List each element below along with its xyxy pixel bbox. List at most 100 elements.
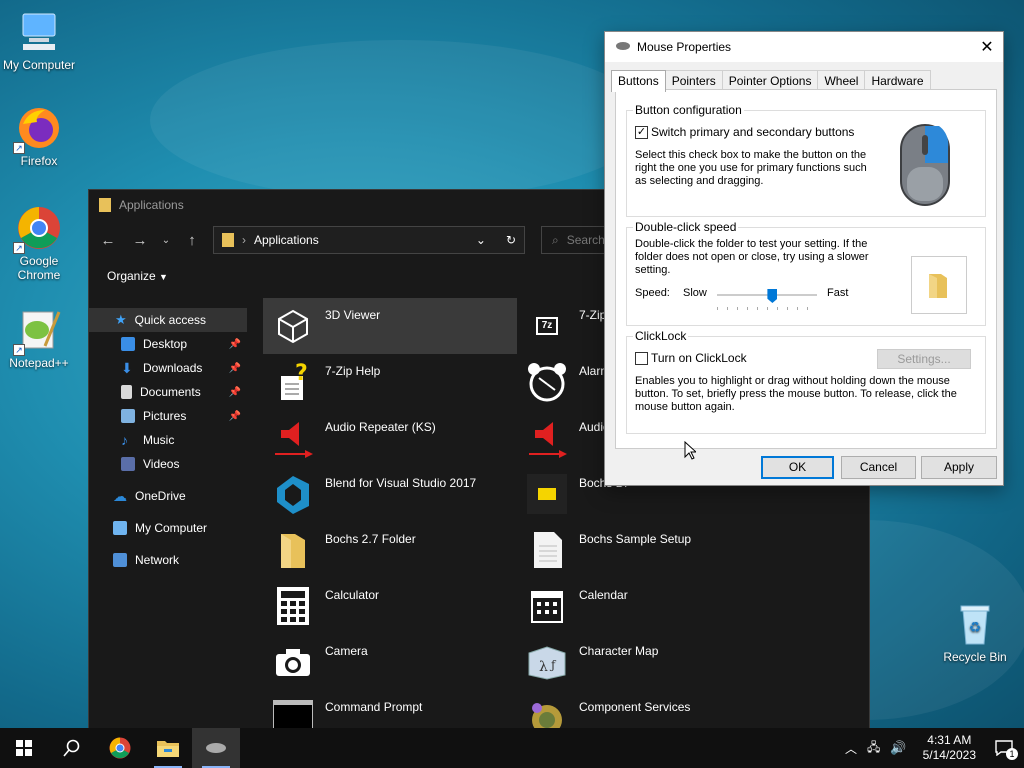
tab-buttons[interactable]: Buttons	[611, 70, 666, 92]
mouse-cursor-icon	[684, 440, 698, 463]
double-click-description: Double-click the folder to test your set…	[635, 238, 869, 276]
chevron-down-icon[interactable]: ⌄	[476, 233, 486, 247]
pictures-icon	[121, 409, 135, 423]
notification-center-button[interactable]: 1	[992, 736, 1018, 760]
nav-item-desktop[interactable]: Desktop 📌	[89, 332, 247, 356]
nav-item-label: Documents	[140, 385, 201, 399]
app-item-audio-repeater-ks[interactable]: Audio Repeater (KS)	[263, 410, 517, 466]
bochs-icon	[525, 472, 569, 516]
nav-item-network[interactable]: Network	[89, 548, 247, 572]
nav-item-documents[interactable]: Documents 📌	[89, 380, 247, 404]
app-label: Component Services	[579, 700, 691, 714]
tab-pointers[interactable]: Pointers	[664, 70, 723, 91]
search-button[interactable]	[48, 728, 96, 768]
notification-count-badge: 1	[1006, 748, 1018, 760]
mouse-illustration-icon	[899, 123, 951, 210]
app-item-3d-viewer[interactable]: 3D Viewer	[263, 298, 517, 354]
clicklock-settings-button[interactable]: Settings...	[877, 349, 971, 369]
nav-item-onedrive[interactable]: ☁ OneDrive	[89, 484, 247, 508]
app-label: Calendar	[579, 588, 628, 602]
address-bar[interactable]: › Applications ⌄ ↻	[213, 226, 525, 254]
character-map-icon: λƒ	[525, 640, 569, 684]
clock[interactable]: 4:31 AM 5/14/2023	[917, 733, 982, 763]
app-label: 7-Zip Help	[325, 364, 381, 378]
notepadpp-icon: ↗	[13, 306, 63, 356]
system-tray: ︿ 🖧 🔊 4:31 AM 5/14/2023 1	[845, 728, 1024, 768]
app-label: Command Prompt	[325, 700, 423, 714]
pin-icon: 📌	[228, 386, 241, 398]
alarm-clock-icon	[525, 360, 569, 404]
desktop-icon-firefox[interactable]: ↗ Firefox	[0, 104, 78, 168]
app-item-calendar[interactable]: Calendar	[517, 578, 771, 634]
cancel-button[interactable]: Cancel	[841, 456, 916, 479]
explorer-title: Applications	[119, 198, 184, 212]
double-click-speed-slider[interactable]	[717, 289, 817, 310]
app-item-bochs-folder[interactable]: Bochs 2.7 Folder	[263, 522, 517, 578]
svg-text:♻: ♻	[969, 620, 982, 636]
taskbar-file-explorer[interactable]	[144, 728, 192, 768]
tab-pointer-options[interactable]: Pointer Options	[721, 70, 819, 91]
start-button[interactable]	[0, 728, 48, 768]
organize-button[interactable]: Organize ▼	[107, 269, 168, 283]
shortcut-arrow-icon: ↗	[13, 142, 25, 154]
nav-item-quick-access[interactable]: ★ Quick access	[89, 308, 247, 332]
nav-item-label: My Computer	[135, 521, 208, 535]
app-item-camera[interactable]: Camera	[263, 634, 517, 690]
slider-thumb[interactable]	[767, 289, 778, 303]
switch-buttons-checkbox[interactable]: ✓ Switch primary and secondary buttons	[635, 125, 854, 140]
app-item-bochs-sample-setup[interactable]: Bochs Sample Setup	[517, 522, 771, 578]
svg-text:?: ?	[295, 362, 308, 386]
taskbar-mouse-properties[interactable]	[192, 728, 240, 768]
pin-icon: 📌	[228, 338, 241, 350]
chevron-down-icon: ▼	[159, 272, 168, 282]
tab-wheel[interactable]: Wheel	[817, 70, 866, 91]
taskbar-chrome[interactable]	[96, 728, 144, 768]
pin-icon: 📌	[228, 410, 241, 422]
calculator-icon	[271, 584, 315, 628]
network-icon[interactable]: 🖧	[867, 738, 880, 759]
desktop-icon-label: Notepad++	[9, 356, 69, 370]
clicklock-description: Enables you to highlight or drag without…	[635, 375, 957, 413]
nav-item-my-computer[interactable]: My Computer	[89, 516, 247, 540]
desktop-icon-notepadpp[interactable]: ↗ Notepad++	[0, 306, 78, 370]
dialog-title-bar[interactable]: Mouse Properties ✕	[605, 32, 1003, 62]
close-icon[interactable]: ✕	[971, 37, 1003, 57]
nav-item-pictures[interactable]: Pictures 📌	[89, 404, 247, 428]
clock-date: 5/14/2023	[922, 748, 976, 762]
wallpaper-ripple	[150, 40, 650, 200]
nav-item-downloads[interactable]: ⬇ Downloads 📌	[89, 356, 247, 380]
mouse-properties-dialog[interactable]: Mouse Properties ✕ Buttons Pointers Poin…	[604, 31, 1004, 486]
desktop-icon-my-computer[interactable]: My Computer	[0, 8, 78, 72]
back-arrow-icon[interactable]: ←	[97, 232, 119, 249]
forward-arrow-icon[interactable]: →	[129, 232, 151, 249]
recent-locations-chevron-icon[interactable]: ⌄	[161, 235, 171, 246]
nav-separator	[89, 508, 247, 516]
slider-ticks	[717, 307, 817, 310]
folder-icon	[271, 528, 315, 572]
up-arrow-icon[interactable]: ↑	[181, 232, 203, 249]
ok-button[interactable]: OK	[761, 456, 834, 479]
test-folder-area[interactable]	[911, 256, 967, 314]
app-item-calculator[interactable]: Calculator	[263, 578, 517, 634]
nav-item-music[interactable]: ♪ Music	[89, 428, 247, 452]
nav-item-videos[interactable]: Videos	[89, 452, 247, 476]
app-item-blend-vs2017[interactable]: Blend for Visual Studio 2017	[263, 466, 517, 522]
firefox-icon: ↗	[13, 104, 63, 154]
clicklock-checkbox[interactable]: Turn on ClickLock	[635, 351, 747, 366]
volume-icon[interactable]: 🔊	[890, 740, 906, 756]
desktop-icon-recycle-bin[interactable]: ♻ Recycle Bin	[936, 600, 1014, 664]
app-item-character-map[interactable]: λƒ Character Map	[517, 634, 771, 690]
double-click-speed-group: Double-click speed Double-click the fold…	[626, 220, 986, 326]
7zip-icon: 7z	[525, 304, 569, 348]
desktop-icon-chrome[interactable]: ↗ Google Chrome	[0, 204, 78, 282]
chevron-up-icon[interactable]: ︿	[845, 740, 857, 757]
checkbox-checked-icon: ✓	[635, 126, 648, 140]
music-icon: ♪	[121, 432, 128, 448]
refresh-icon[interactable]: ↻	[506, 233, 516, 247]
app-label: Blend for Visual Studio 2017	[325, 476, 477, 490]
navigation-pane: ★ Quick access Desktop 📌 ⬇ Downloads 📌 D…	[89, 292, 247, 729]
apply-button[interactable]: Apply	[921, 456, 997, 479]
app-item-7zip-help[interactable]: ? 7-Zip Help	[263, 354, 517, 410]
videos-icon	[121, 457, 135, 471]
tab-hardware[interactable]: Hardware	[864, 70, 931, 91]
